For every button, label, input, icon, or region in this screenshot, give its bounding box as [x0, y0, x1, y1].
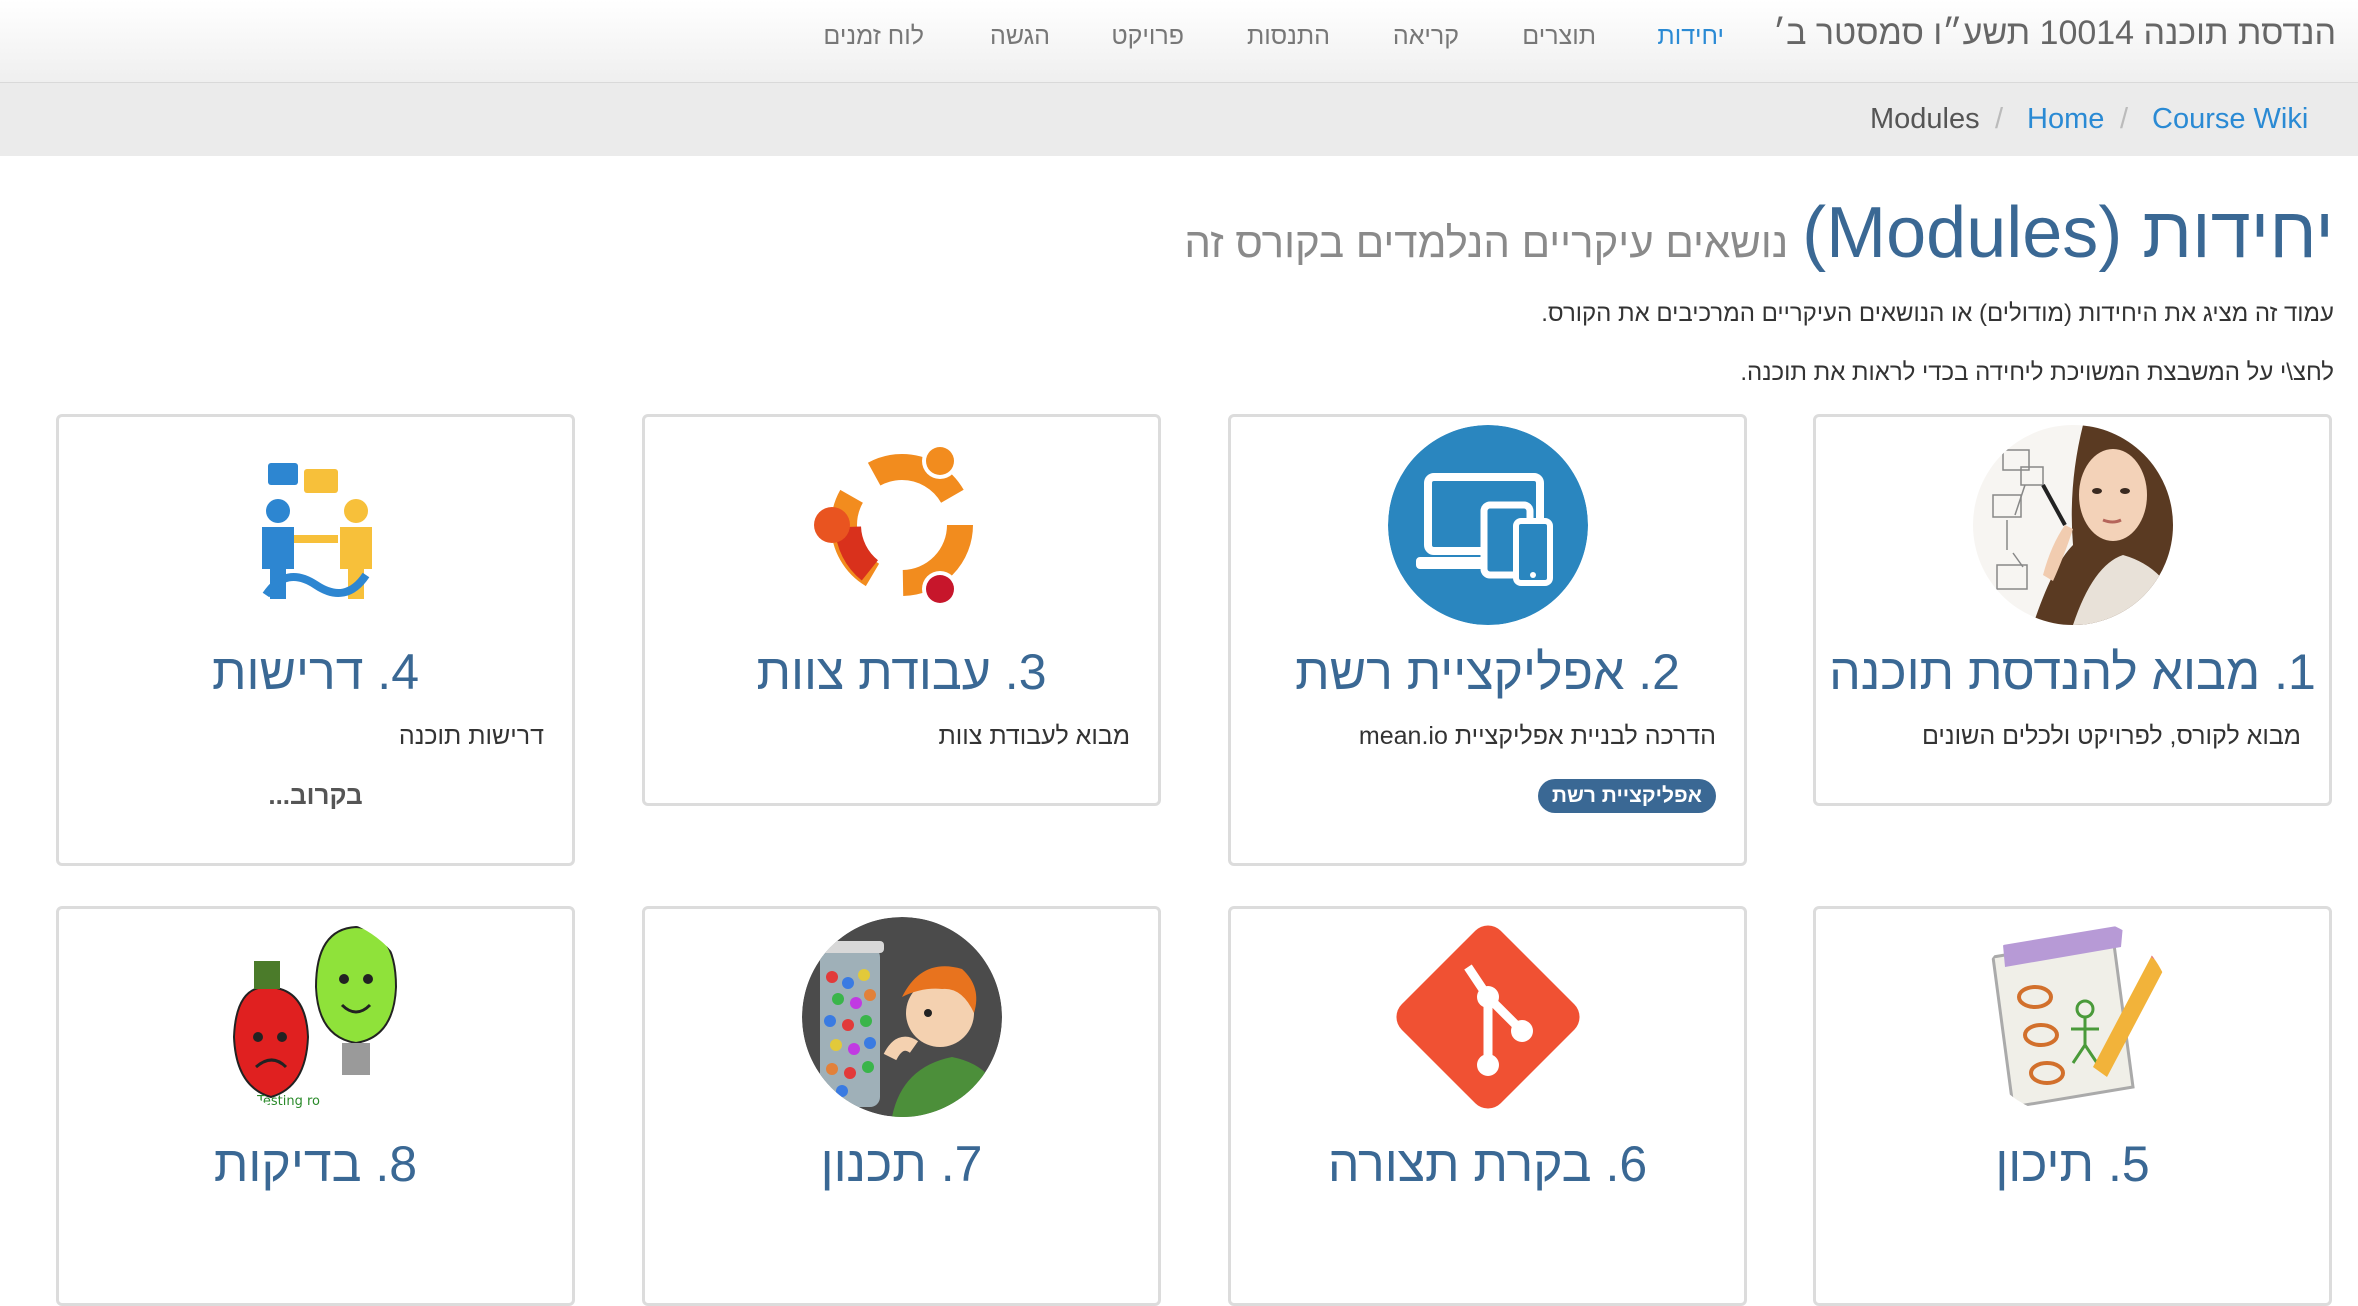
breadcrumb-separator: /: [1995, 103, 2004, 135]
nav-item-project[interactable]: פרויקט: [1111, 22, 1184, 51]
diagram-pencil-icon: [1972, 917, 2173, 1117]
git-logo-icon: [1387, 917, 1588, 1117]
module-title[interactable]: 3. עבודת צוות: [645, 643, 1158, 701]
module-description: מבוא לקורס, לפרויקט ולכלים השונים: [1921, 722, 2301, 750]
nav-item-schedule[interactable]: לוח זמנים: [823, 22, 924, 51]
module-title[interactable]: 6. בקרת תצורה: [1231, 1135, 1744, 1193]
module-card-6[interactable]: 6. בקרת תצורה: [1228, 906, 1747, 1306]
nav-item-modules[interactable]: יחידות: [1657, 22, 1724, 51]
breadcrumb-home[interactable]: Home: [2027, 103, 2104, 136]
page-title: יחידות (Modules) נושאים עיקריים הנלמדים ב…: [1184, 192, 2334, 274]
bulb-caption-middle: sucks.: [216, 940, 236, 955]
module-card-5[interactable]: 5. תיכון: [1813, 906, 2332, 1306]
people-chat-icon: [215, 425, 416, 625]
module-card-3[interactable]: 3. עבודת צוות מבוא לעבודת צוות: [642, 414, 1161, 806]
nav-item-deliverables[interactable]: תוצרים: [1522, 22, 1596, 51]
module-title[interactable]: 1. מבוא להנדסת תוכנה: [1816, 643, 2329, 701]
module-description: דרישות תוכנה: [398, 722, 544, 750]
breadcrumb: Course Wiki / Home / Modules: [0, 83, 2358, 156]
module-card-7[interactable]: 7. תכנון: [642, 906, 1161, 1306]
woman-drawing-icon: [1972, 425, 2173, 625]
module-description: מבוא לעבודת צוות: [938, 722, 1130, 750]
nav-item-practice[interactable]: התנסות: [1247, 22, 1330, 51]
page-title-main: יחידות (Modules): [1802, 193, 2334, 273]
bulb-caption-top: ugging: [216, 924, 232, 939]
module-card-2[interactable]: 2. אפליקציית רשת הדרכה לבניית אפליקציית …: [1228, 414, 1747, 866]
coming-soon-text: בקרוב...: [268, 780, 363, 810]
module-card-4[interactable]: 4. דרישות דרישות תוכנה בקרוב...: [56, 414, 575, 866]
intro-text: עמוד זה מציג את היחידות (מודולים) או הנו…: [1541, 300, 2334, 327]
module-card-8[interactable]: ugging sucks. Testing ro 8. בדיקות: [56, 906, 575, 1306]
bulb-caption-bottom: Testing ro: [256, 1094, 320, 1109]
candy-jar-icon: [801, 917, 1002, 1117]
module-description: הדרכה לבניית אפליקציית mean.io: [1358, 722, 1716, 750]
module-card-1[interactable]: 1. מבוא להנדסת תוכנה מבוא לקורס, לפרויקט…: [1813, 414, 2332, 806]
breadcrumb-separator: /: [2120, 103, 2129, 135]
module-title[interactable]: 5. תיכון: [1816, 1135, 2329, 1193]
breadcrumb-current: Modules: [1870, 103, 1980, 135]
module-badge[interactable]: אפליקציית רשת: [1537, 779, 1716, 813]
page-subtitle: נושאים עיקריים הנלמדים בקורס זה: [1184, 219, 1789, 266]
nav-item-submission[interactable]: הגשה: [990, 22, 1050, 51]
course-brand[interactable]: הנדסת תוכנה 10014 תשע״ו סמסטר ב׳: [1773, 14, 2336, 53]
ubuntu-logo-icon: [801, 425, 1002, 625]
module-title[interactable]: 7. תכנון: [645, 1135, 1158, 1193]
module-title[interactable]: 2. אפליקציית רשת: [1231, 643, 1744, 701]
nav-item-reading[interactable]: קריאה: [1393, 22, 1459, 51]
devices-icon: [1387, 425, 1588, 625]
module-title[interactable]: 4. דרישות: [59, 643, 572, 701]
breadcrumb-course-wiki[interactable]: Course Wiki: [2152, 103, 2308, 136]
top-navbar: הנדסת תוכנה 10014 תשע״ו סמסטר ב׳ יחידות …: [0, 0, 2358, 83]
light-bulbs-icon: ugging sucks. Testing ro: [215, 917, 416, 1117]
intro-instructions: לחצ\י על המשבצת המשויכת ליחידה בכדי לראו…: [1740, 359, 2334, 386]
module-title[interactable]: 8. בדיקות: [59, 1135, 572, 1193]
